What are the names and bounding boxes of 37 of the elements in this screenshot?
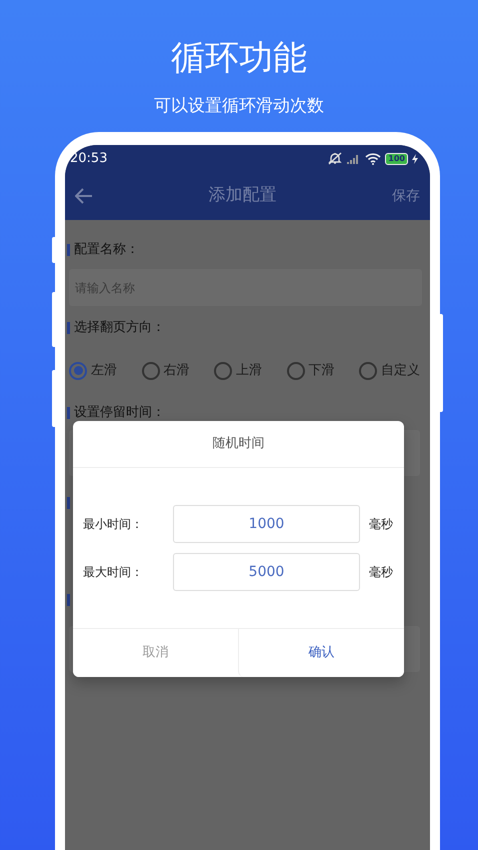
radio-label: 右滑 (164, 362, 190, 380)
radio-button[interactable] (69, 362, 87, 380)
section-marker (67, 496, 70, 508)
radio-button[interactable] (359, 362, 377, 380)
section-label: 设置停留时间： (74, 404, 165, 422)
field-label: 最小时间： (83, 516, 144, 533)
radio-label: 左滑 (91, 362, 117, 380)
number-input[interactable]: 5000 (173, 553, 360, 591)
battery-level: 100 (385, 152, 408, 164)
unit-label: 毫秒 (369, 564, 393, 581)
field-label: 最大时间： (83, 564, 144, 581)
nav-title: 添加配置 (208, 184, 276, 208)
radio-label: 下滑 (308, 362, 334, 380)
dialog-title: 随机时间 (212, 435, 264, 454)
cancel-button[interactable]: 取消 (73, 629, 238, 677)
mute-icon (327, 152, 344, 165)
confirm-button[interactable]: 确认 (238, 629, 404, 677)
section-label: 配置名称： (74, 241, 139, 259)
section-marker (67, 244, 70, 256)
charging-icon (412, 154, 418, 164)
page-subtitle: 可以设置循环滑动次数 (154, 95, 324, 117)
save-link[interactable]: 保存 (392, 186, 420, 206)
number-input[interactable]: 1000 (173, 505, 360, 543)
unit-label: 毫秒 (369, 516, 393, 533)
back-icon[interactable] (75, 188, 93, 204)
section-label: 选择翻页方向： (74, 319, 165, 337)
page-title: 循环功能 (170, 37, 308, 78)
radio-button[interactable] (286, 362, 304, 380)
section-marker (67, 406, 70, 418)
radio-label: 上滑 (236, 362, 262, 380)
section-marker (67, 322, 70, 334)
status-time: 20:53 (70, 150, 108, 168)
radio-label: 自定义 (381, 362, 420, 380)
wifi-icon (365, 152, 382, 164)
section-marker (67, 594, 70, 606)
radio-button[interactable] (142, 362, 160, 380)
radio-button[interactable] (214, 362, 232, 380)
